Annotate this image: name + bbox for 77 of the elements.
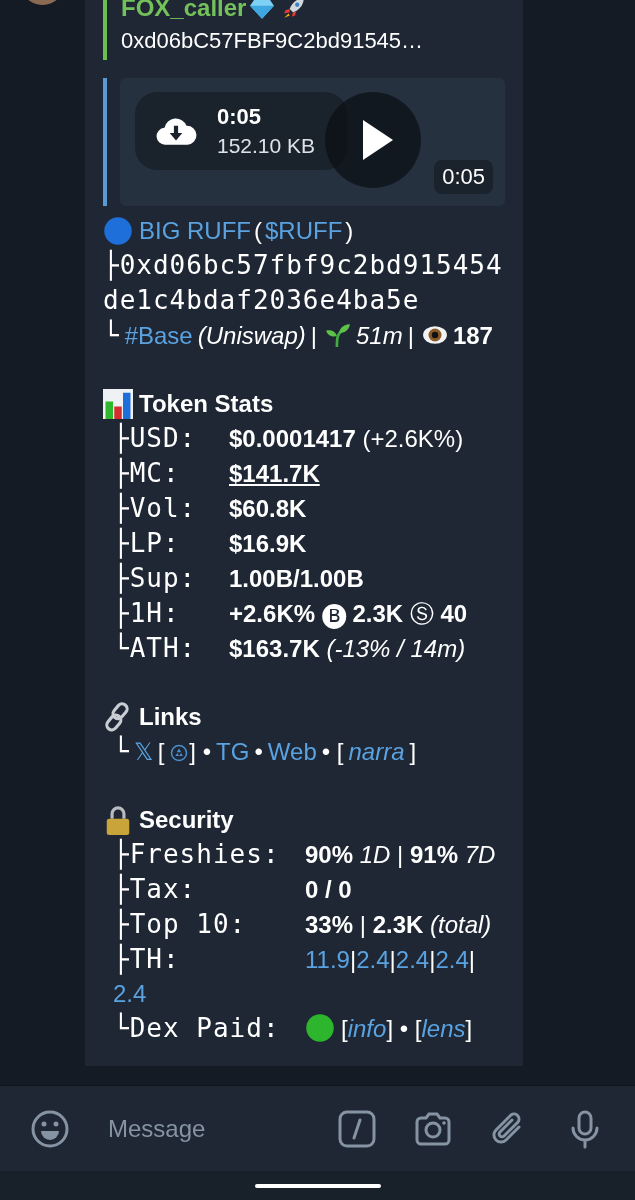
row-value: 0 / 0	[305, 876, 352, 903]
value-link[interactable]: narra	[348, 738, 405, 765]
value-link[interactable]: lens	[421, 1015, 466, 1042]
section-heading: Token Stats	[139, 389, 274, 419]
row-value: 90% 1D | 91% 7D	[305, 841, 496, 868]
emoji-icon[interactable]	[30, 1108, 70, 1149]
row-value: ]	[465, 1015, 473, 1042]
row-label: └Dex Paid:	[113, 1011, 281, 1045]
row-value: [	[341, 1015, 348, 1042]
section-heading: Security	[139, 805, 234, 835]
row-label: ├Vol:	[113, 491, 198, 525]
circle-icon	[103, 216, 133, 246]
row-value: • [	[321, 738, 344, 765]
row-label: ├USD:	[113, 421, 198, 455]
token-title-text: (	[254, 216, 262, 246]
value-link[interactable]: Web	[267, 738, 317, 765]
value-link[interactable]: TG	[216, 738, 250, 765]
row-label: ├TH:	[113, 942, 181, 976]
view-count: 187	[452, 322, 493, 349]
duration-badge: 0:05	[434, 160, 493, 194]
home-indicator[interactable]	[254, 1183, 381, 1188]
row-label: ├1H:	[113, 596, 181, 630]
command-icon[interactable]	[337, 1108, 377, 1149]
row-label: ├Sup:	[113, 561, 198, 595]
separator: |	[407, 322, 414, 349]
row-value: $16.9K	[229, 530, 307, 557]
value-link[interactable]: 11.9	[305, 946, 350, 973]
value-link[interactable]: 2.4	[395, 946, 430, 973]
row-value: 1.00B/1.00B	[229, 565, 364, 592]
age-text: 51m	[356, 322, 403, 349]
row-label: ├LP:	[113, 526, 181, 560]
token-link[interactable]: $RUFF	[265, 214, 343, 248]
row-value: [	[157, 738, 165, 765]
row-label: ├Tax:	[113, 872, 198, 906]
reply-text: 0xd06bC57FBF9C2bd91545…	[121, 28, 425, 54]
row-value: +2.6K% 🅑 2.3K Ⓢ 40	[229, 600, 468, 627]
value-link[interactable]: $141.7K	[229, 460, 320, 487]
row-value: |	[429, 946, 436, 973]
row-value: $0.0001417 (+2.6K%)	[229, 425, 464, 452]
row-value: $163.7K (-13% / 14m)	[229, 635, 466, 662]
row-value: 33% | 2.3K (total)	[305, 911, 492, 938]
row-value: ]	[409, 738, 417, 765]
contract-address: ├0xd06bc57fbf9c2bd915454de1c4bdaf2036e4ba5e	[103, 250, 503, 315]
sprout-icon	[325, 322, 351, 348]
media-card[interactable]: 0:05 152.10 KB 0:05	[120, 78, 505, 206]
row-label: └ATH:	[113, 631, 198, 665]
tree-mark: └	[103, 320, 120, 350]
bar-chart-icon	[103, 389, 133, 419]
row-label: ├Freshies:	[113, 837, 281, 871]
value-link[interactable]: info	[347, 1015, 387, 1042]
row-value: ] • [	[386, 1015, 422, 1042]
token-title-text: )	[345, 216, 354, 246]
value-link[interactable]: 2.4	[113, 980, 147, 1007]
diamond-icon	[249, 0, 276, 21]
value-link[interactable]: 2.4	[356, 946, 390, 973]
file-size: 152.10 KB	[217, 134, 316, 158]
value-link[interactable]: 𝕏	[133, 738, 153, 765]
message-input[interactable]: Message	[106, 1113, 261, 1144]
separator: |	[310, 322, 317, 349]
row-value: ] •	[189, 738, 212, 765]
row-value: |	[389, 946, 396, 973]
play-button[interactable]	[325, 92, 421, 188]
row-label: ├MC:	[113, 456, 181, 490]
row-value: |	[468, 946, 475, 973]
section-heading: Links	[139, 702, 202, 732]
download-icon[interactable]	[155, 116, 197, 146]
token-link[interactable]: BIG RUFF	[139, 214, 251, 248]
row-value: •	[254, 738, 263, 765]
row-value: |	[349, 946, 357, 973]
audio-duration: 0:05	[217, 104, 263, 130]
row-label: ├Top 10:	[113, 907, 248, 941]
recycle-icon[interactable]	[170, 744, 189, 762]
chain-link[interactable]: #Base	[124, 322, 193, 349]
value-link[interactable]: 2.4	[435, 946, 469, 973]
row-label: └	[113, 734, 130, 768]
dex-name: (Uniswap)	[197, 322, 306, 349]
row-value: $60.8K	[229, 495, 307, 522]
